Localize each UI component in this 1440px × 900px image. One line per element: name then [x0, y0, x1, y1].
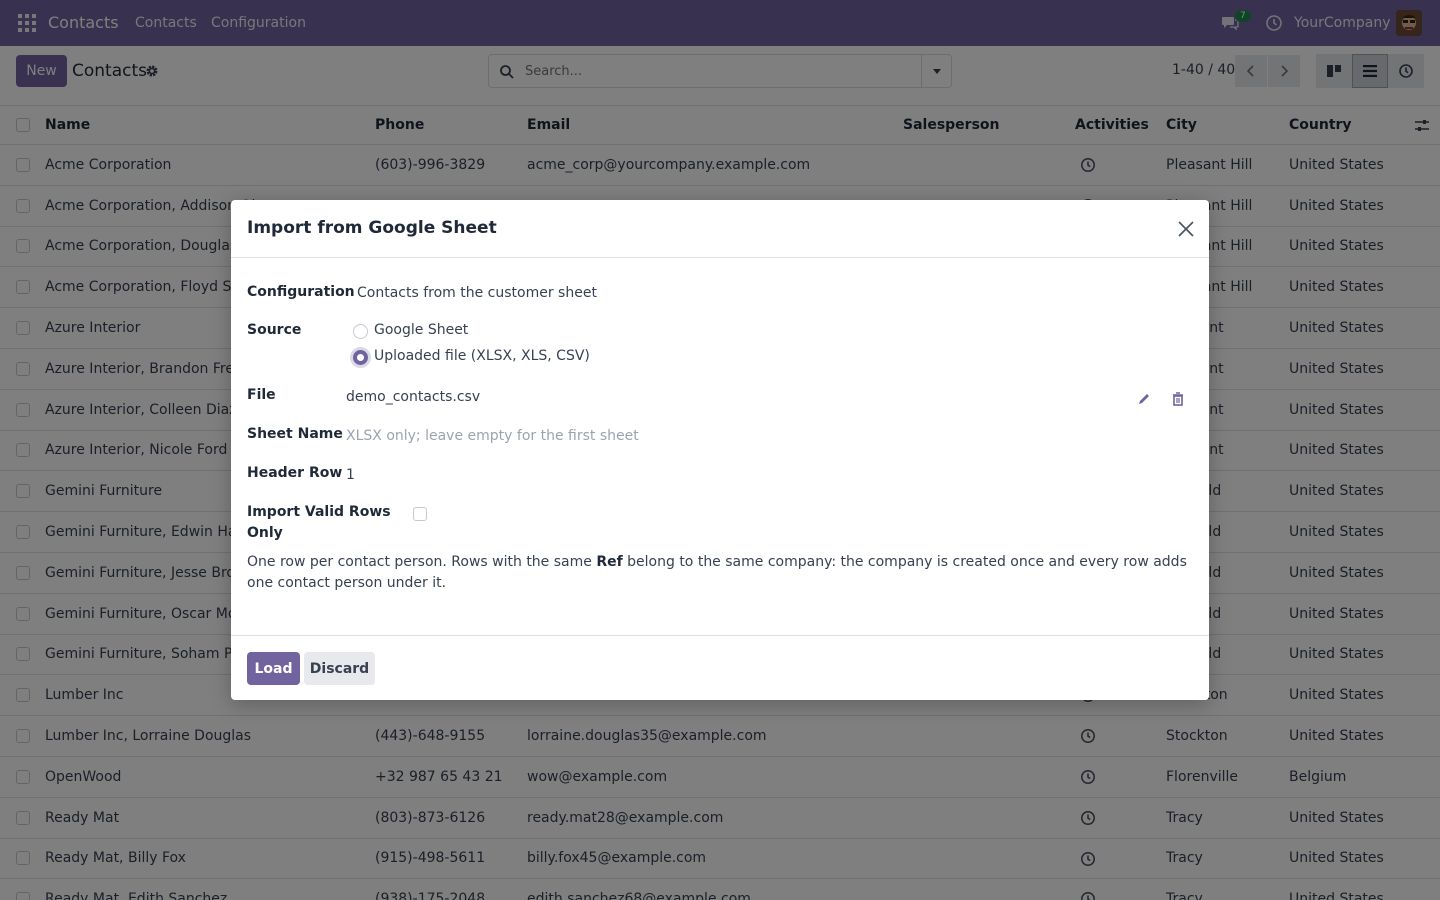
source-option-uploaded-file[interactable]: Uploaded file (XLSX, XLS, CSV) — [374, 346, 590, 367]
sheet-name-input[interactable]: XLSX only; leave empty for the first she… — [346, 426, 639, 447]
valid-rows-label: Import Valid Rows Only — [247, 502, 391, 544]
valid-rows-label-line-1: Import Valid Rows — [247, 504, 391, 520]
source-option-google-sheet[interactable]: Google Sheet — [374, 320, 468, 341]
dialog-title: Import from Google Sheet — [247, 218, 497, 238]
header-row-label: Header Row — [247, 465, 343, 481]
file-name: demo_contacts.csv — [346, 389, 481, 405]
help-text-ref: Ref — [596, 554, 623, 570]
close-icon[interactable] — [1177, 220, 1195, 238]
header-row-input[interactable]: 1 — [346, 465, 355, 486]
source-radio-uploaded-file[interactable] — [353, 350, 368, 365]
help-text: One row per contact person. Rows with th… — [247, 552, 1187, 594]
edit-pencil-icon[interactable] — [1136, 391, 1152, 407]
import-valid-rows-checkbox[interactable] — [413, 507, 427, 521]
configuration-label: Configuration — [247, 284, 355, 300]
source-radio-google-sheet[interactable] — [353, 324, 368, 339]
dialog-header: Import from Google Sheet — [231, 200, 1209, 258]
help-text-start: One row per contact person. Rows with th… — [247, 554, 597, 570]
source-label: Source — [247, 322, 302, 338]
dialog-footer: Load Discard — [231, 635, 1209, 700]
file-label: File — [247, 387, 276, 403]
trash-icon[interactable] — [1170, 391, 1186, 407]
configuration-value: Contacts from the customer sheet — [357, 285, 597, 301]
discard-button[interactable]: Discard — [304, 652, 375, 685]
valid-rows-label-line-2: Only — [247, 525, 283, 541]
sheet-name-label: Sheet Name — [247, 426, 343, 442]
import-dialog: Import from Google Sheet Configuration C… — [231, 200, 1209, 700]
load-button[interactable]: Load — [247, 652, 300, 685]
